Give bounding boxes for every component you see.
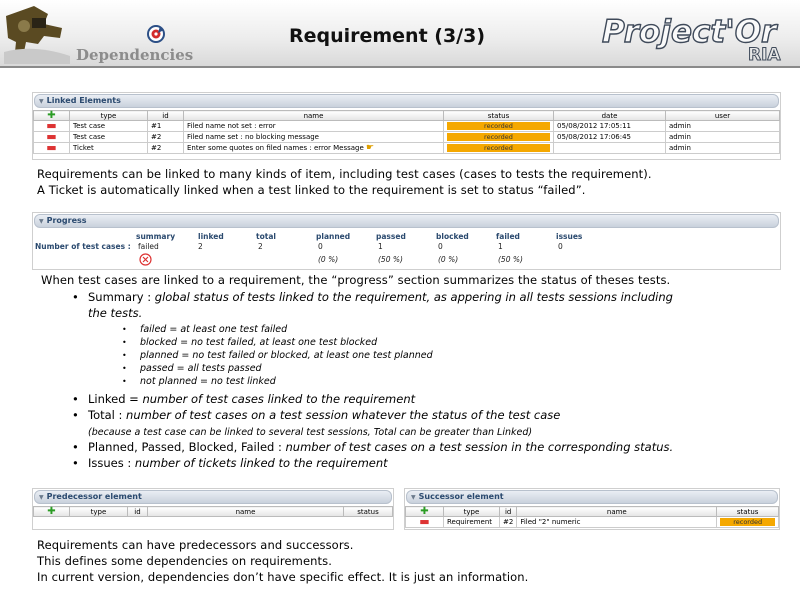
- bullet-summary: Summary : global status of tests linked …: [72, 289, 792, 321]
- col-id: id: [147, 110, 184, 121]
- summary-value: failed: [138, 242, 159, 251]
- summary-sub-list: failed = at least one test failed blocke…: [72, 323, 792, 388]
- col-status: status: [443, 110, 554, 121]
- remove-link-button[interactable]: ▬: [33, 142, 70, 154]
- svg-text:RIA: RIA: [748, 45, 781, 65]
- dependencies-description: Requirements can have predecessors and s…: [37, 538, 529, 584]
- add-icon: ✚: [47, 505, 56, 517]
- progress-intro: When test cases are linked to a requirem…: [41, 273, 671, 287]
- remove-successor-button[interactable]: ▬: [405, 516, 444, 528]
- progress-row-label: Number of test cases :: [35, 242, 131, 251]
- linked-elements-panel: ▼ Linked Elements ✚ type id name status d…: [32, 92, 781, 160]
- collapse-icon: ▼: [39, 218, 44, 225]
- table-row[interactable]: ▬ Test case #1 Filed name not set : erro…: [33, 120, 780, 132]
- status-badge: recorded: [447, 133, 550, 141]
- successor-panel: ▼ Successor element ✚ type id name status…: [404, 488, 780, 530]
- linked-description: Requirements can be linked to many kinds…: [37, 167, 652, 197]
- linked-elements-table: ✚ type id name status date user ▬ Test c…: [33, 110, 780, 154]
- predecessor-panel: ▼ Predecessor element ✚ type id name stat…: [32, 488, 394, 530]
- bullet-status-counts: Planned, Passed, Blocked, Failed : numbe…: [72, 439, 792, 455]
- hand-pointer-icon: ☛: [366, 143, 375, 153]
- predecessor-header[interactable]: ▼ Predecessor element: [34, 490, 392, 504]
- collapse-icon: ▼: [39, 494, 44, 501]
- bullet-total: Total : number of test cases on a test s…: [72, 407, 792, 439]
- projector-logo: Project'Or RIA: [601, 13, 782, 65]
- table-row[interactable]: ▬ Requirement #2 Filed "2" numeric recor…: [405, 516, 779, 528]
- linked-elements-header[interactable]: ▼ Linked Elements: [34, 94, 779, 108]
- section-name: Dependencies: [76, 46, 194, 64]
- successor-table: ✚ type id name status ▬ Requirement #2 F…: [405, 506, 779, 528]
- predecessor-table: ✚ type id name status: [33, 506, 393, 517]
- bullet-linked: Linked = number of test cases linked to …: [72, 391, 792, 407]
- table-row[interactable]: ▬ Ticket #2 Enter some quotes on filed n…: [33, 142, 780, 154]
- progress-header[interactable]: ▼ Progress: [34, 214, 779, 228]
- status-badge: recorded: [720, 518, 775, 526]
- status-badge: recorded: [447, 122, 550, 130]
- col-date: date: [553, 110, 666, 121]
- bullet-issues: Issues : number of tickets linked to the…: [72, 455, 792, 471]
- table-row[interactable]: ▬ Test case #2 Filed name set : no block…: [33, 131, 780, 143]
- failed-status-icon: [139, 253, 152, 266]
- slide-header: Dependencies Requirement (3/3) Project'O…: [0, 0, 800, 68]
- progress-bullets: Summary : global status of tests linked …: [72, 289, 792, 471]
- col-type: type: [69, 110, 148, 121]
- successor-header[interactable]: ▼ Successor element: [406, 490, 778, 504]
- progress-panel: ▼ Progress summary linked total planned p…: [32, 212, 781, 270]
- add-predecessor-button[interactable]: ✚: [33, 505, 70, 517]
- collapse-icon: ▼: [411, 494, 416, 501]
- col-name: name: [183, 110, 444, 121]
- col-user: user: [665, 110, 780, 121]
- status-badge: recorded: [447, 144, 550, 152]
- collapse-icon: ▼: [39, 98, 44, 105]
